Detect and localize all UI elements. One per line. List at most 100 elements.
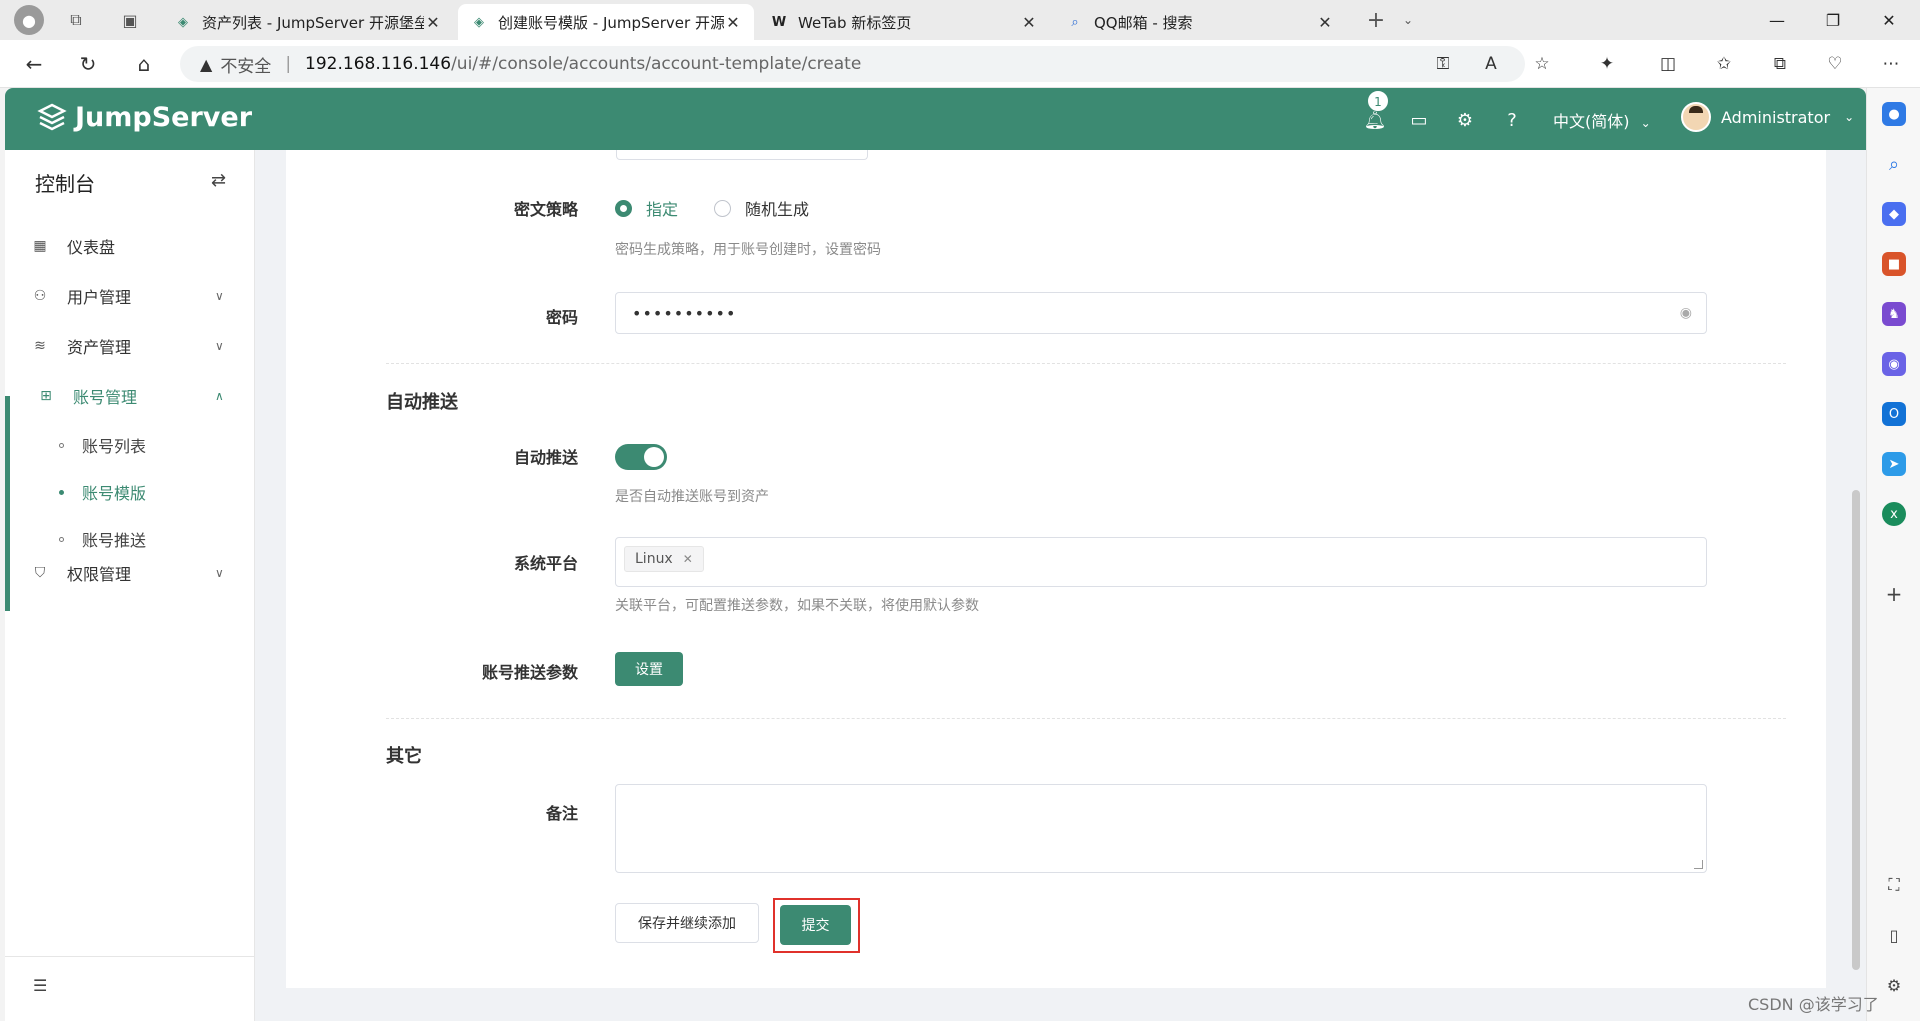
users-icon: ⚇ (33, 288, 47, 304)
workspaces-icon[interactable]: ⧉ (62, 6, 90, 34)
main-content: 密文策略 指定 随机生成 密码生成策略，用于账号创建时，设置密码 密码 ••••… (255, 150, 1866, 1021)
close-icon[interactable]: ✕ (724, 13, 742, 32)
previous-field-input[interactable] (616, 150, 868, 160)
divider (5, 956, 255, 957)
bullet-icon (59, 489, 64, 495)
section-title-other: 其它 (386, 746, 422, 767)
warning-icon[interactable]: ▲ (200, 55, 212, 74)
outlook-icon[interactable]: O (1882, 402, 1906, 426)
tab-actions-icon[interactable]: ▣ (116, 6, 144, 34)
sidebar-item-accounts[interactable]: ⊞ 账号管理 ∧ (5, 373, 255, 419)
screenshot-icon[interactable]: ⛶ (1882, 873, 1906, 897)
insecure-label[interactable]: 不安全 (220, 52, 271, 77)
favorites-icon[interactable]: ✩ (1709, 50, 1739, 78)
chevron-down-icon: ∨ (215, 339, 224, 353)
extensions-icon[interactable]: ✦ (1592, 50, 1622, 78)
radio-label: 指定 (646, 200, 679, 219)
switch-view-icon[interactable]: ⇄ (211, 170, 226, 191)
address-bar[interactable]: ▲ 不安全 | 192.168.116.146 /ui/#/console/ac… (180, 46, 1525, 82)
jumpserver-favicon-icon: ◈ (474, 14, 484, 30)
brand-name: JumpServer (75, 102, 253, 133)
games-icon[interactable]: ♞ (1882, 302, 1906, 326)
sidebar-title: 控制台 (35, 172, 95, 196)
send-icon[interactable]: ➤ (1882, 452, 1906, 476)
back-icon[interactable]: ← (14, 44, 54, 84)
copilot-icon[interactable]: ◉ (1882, 352, 1906, 376)
home-icon[interactable]: ⌂ (124, 44, 164, 84)
sidebar-toggle-icon[interactable]: ▯ (1882, 923, 1906, 947)
close-icon[interactable]: ✕ (424, 13, 442, 32)
address-separator: | (285, 54, 292, 74)
jumpserver-logo[interactable]: JumpServer (37, 102, 252, 133)
platforms-select[interactable]: Linux ✕ (615, 537, 1707, 587)
push-params-settings-button[interactable]: 设置 (615, 652, 683, 686)
restore-icon[interactable]: ❐ (1808, 0, 1858, 40)
comment-textarea[interactable] (615, 784, 1707, 873)
close-icon[interactable]: ✕ (1020, 13, 1038, 32)
window-close-icon[interactable]: ✕ (1864, 0, 1914, 40)
search-favicon-icon: ⌕ (1071, 14, 1079, 30)
x-app-icon[interactable]: x (1882, 502, 1906, 526)
radio-specify[interactable]: 指定 (615, 196, 678, 220)
radio-circle-icon (714, 199, 731, 217)
split-screen-icon[interactable]: ◫ (1653, 50, 1683, 78)
language-selector[interactable]: 中文(简体) ⌄ (1553, 108, 1651, 132)
add-icon[interactable]: + (1882, 582, 1906, 606)
sidebar-item-permissions[interactable]: ⛉ 权限管理 ∨ (5, 550, 255, 596)
bullet-icon (59, 442, 64, 448)
minimize-icon[interactable]: — (1752, 0, 1802, 40)
password-field[interactable]: •••••••••• ◉ (615, 292, 1707, 334)
bullet-icon (59, 536, 64, 542)
terminal-icon[interactable]: ▭ (1407, 108, 1431, 132)
new-tab-icon[interactable]: + (1362, 6, 1390, 34)
eye-icon[interactable]: ◉ (1680, 305, 1692, 321)
scrollbar[interactable] (1852, 490, 1860, 970)
submit-button[interactable]: 提交 (780, 905, 851, 945)
settings-gear-icon[interactable]: ⚙ (1453, 108, 1477, 132)
tag-icon[interactable]: ◆ (1882, 202, 1906, 226)
help-icon[interactable]: ? (1500, 108, 1524, 132)
collapse-sidebar-icon[interactable]: ☰ (33, 976, 47, 995)
tab-qq-mail[interactable]: ⌕ QQ邮箱 - 搜索 ✕ (1054, 4, 1346, 40)
tab-asset-list[interactable]: ◈ 资产列表 - JumpServer 开源堡垒 ✕ (162, 4, 454, 40)
radio-random-generate[interactable]: 随机生成 (714, 196, 809, 220)
notification-badge: 1 (1367, 90, 1389, 112)
sidebar-item-dashboard[interactable]: ▦ 仪表盘 (5, 223, 255, 269)
save-and-continue-button[interactable]: 保存并继续添加 (615, 903, 759, 943)
platforms-label: 系统平台 (513, 554, 578, 573)
auto-push-toggle[interactable] (615, 444, 667, 470)
collections-icon[interactable]: ⧉ (1765, 50, 1795, 78)
tab-title: 创建账号模版 - JumpServer 开源 (498, 13, 724, 32)
language-label: 中文(简体) (1553, 112, 1630, 131)
search-icon[interactable]: ⌕ (1882, 152, 1906, 176)
refresh-icon[interactable]: ↻ (68, 44, 108, 84)
sidebar-subitem-account-list[interactable]: 账号列表 (5, 425, 255, 465)
assets-icon: ≋ (34, 338, 46, 354)
tab-create-account-template[interactable]: ◈ 创建账号模版 - JumpServer 开源 ✕ (458, 4, 754, 40)
password-key-icon[interactable]: ⚿ (1428, 50, 1458, 78)
section-divider (386, 718, 1786, 719)
sidebar-subitem-account-template[interactable]: 账号模版 (5, 472, 255, 512)
sidebar-subitem-label: 账号模版 (82, 484, 147, 503)
favorite-star-icon[interactable]: ☆ (1527, 50, 1557, 78)
toolbox-icon[interactable]: ■ (1882, 252, 1906, 276)
performance-icon[interactable]: ♡ (1820, 50, 1850, 78)
tab-title: QQ邮箱 - 搜索 (1094, 13, 1193, 32)
app-header: JumpServer 🔔︎ 1 ▭ ⚙ ? 中文(简体) ⌄ Administr… (5, 88, 1866, 150)
user-menu[interactable]: Administrator ⌄ (1681, 102, 1854, 132)
read-aloud-icon[interactable]: A (1476, 50, 1506, 78)
sidebar-item-users[interactable]: ⚇ 用户管理 ∨ (5, 273, 255, 319)
dashboard-icon: ▦ (33, 238, 47, 254)
watermark: CSDN @该学习了 (1748, 995, 1879, 1014)
tab-list-chevron-icon[interactable]: ⌄ (1394, 6, 1422, 34)
tab-wetab[interactable]: W WeTab 新标签页 ✕ (758, 4, 1050, 40)
notification-bell-icon[interactable]: ● (1882, 102, 1906, 126)
settings-gear-icon[interactable]: ⚙ (1882, 973, 1906, 997)
push-params-label: 账号推送参数 (481, 663, 578, 682)
more-menu-icon[interactable]: ⋯ (1876, 50, 1906, 78)
password-label: 密码 (545, 308, 578, 327)
tag-remove-icon[interactable]: ✕ (683, 552, 693, 566)
profile-icon[interactable]: ● (14, 5, 44, 35)
close-icon[interactable]: ✕ (1316, 13, 1334, 32)
sidebar-item-assets[interactable]: ≋ 资产管理 ∨ (5, 323, 255, 369)
